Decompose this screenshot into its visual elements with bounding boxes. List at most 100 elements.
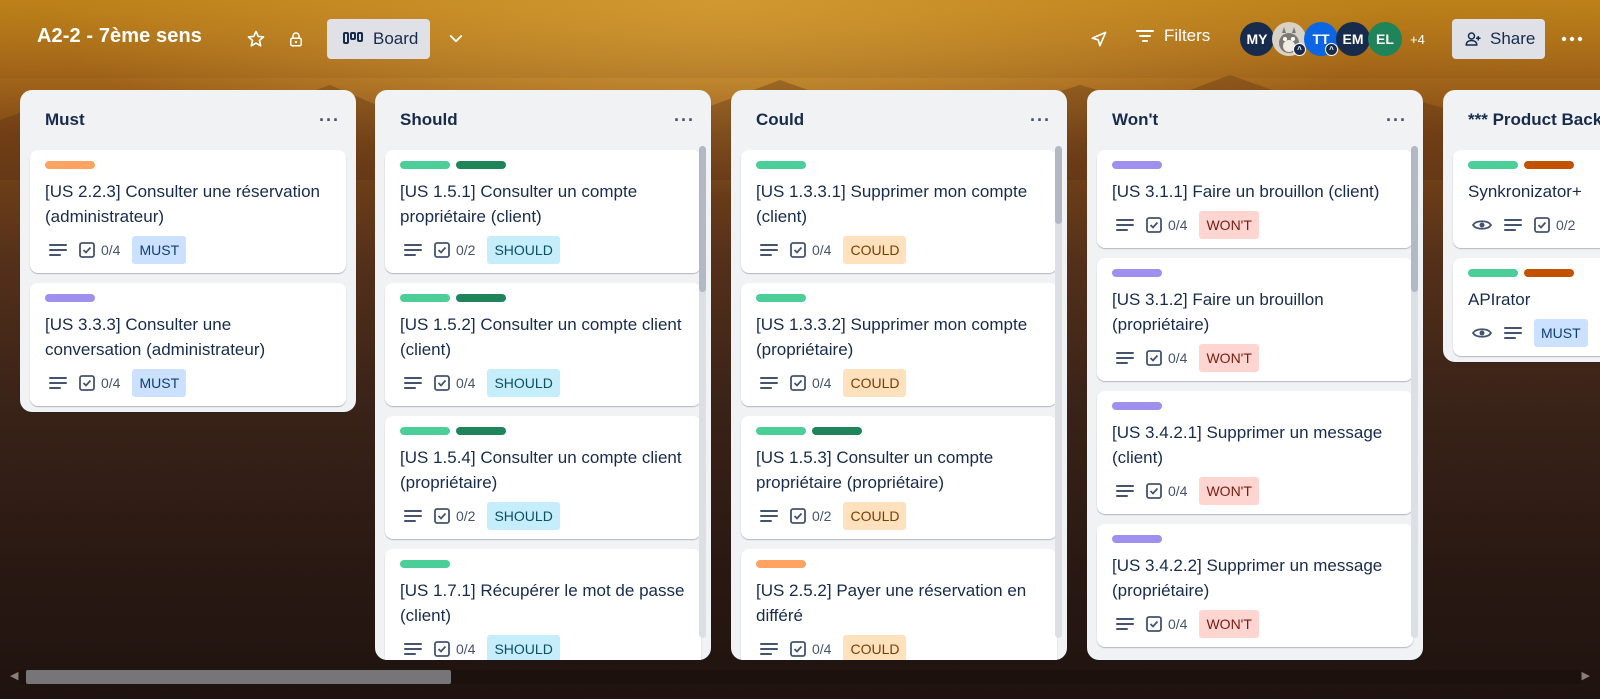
checklist-icon bbox=[1146, 483, 1162, 499]
card-label[interactable] bbox=[756, 427, 806, 435]
priority-tag: COULD bbox=[843, 369, 907, 397]
list-scrollbar[interactable] bbox=[699, 146, 706, 638]
checklist-icon bbox=[790, 242, 806, 258]
card[interactable]: [US 2.5.2] Payer une réservation en diff… bbox=[741, 549, 1057, 660]
more-members-count[interactable]: +4 bbox=[1410, 32, 1425, 47]
card-label[interactable] bbox=[456, 161, 506, 169]
description-icon bbox=[760, 642, 778, 656]
more-options-icon[interactable] bbox=[1556, 23, 1588, 55]
checklist-badge: 0/2 bbox=[434, 508, 475, 524]
card-label[interactable] bbox=[1112, 535, 1162, 543]
lock-icon[interactable] bbox=[280, 23, 312, 55]
list-title[interactable]: Could bbox=[756, 110, 804, 130]
card[interactable]: APIrator MUST bbox=[1453, 258, 1600, 356]
filters-button[interactable]: Filters bbox=[1136, 26, 1210, 46]
checklist-count: 0/4 bbox=[1168, 616, 1188, 632]
card-label[interactable] bbox=[1112, 402, 1162, 410]
list-menu-icon[interactable]: ··· bbox=[1386, 110, 1407, 131]
list-header: Should ··· bbox=[375, 90, 711, 150]
card-list: [US 1.5.1] Consulter un compte propriéta… bbox=[375, 150, 711, 660]
list-title[interactable]: *** Product Backl bbox=[1468, 110, 1600, 130]
avatar[interactable]: EM bbox=[1336, 22, 1370, 56]
card[interactable]: [US 1.5.4] Consulter un compte client (p… bbox=[385, 416, 701, 539]
description-icon bbox=[1116, 617, 1134, 631]
card-label[interactable] bbox=[1112, 269, 1162, 277]
card[interactable]: [US 3.3.3] Consulter une conversation (a… bbox=[30, 283, 346, 406]
card-label[interactable] bbox=[1524, 269, 1574, 277]
list-menu-icon[interactable]: ··· bbox=[319, 110, 340, 131]
checklist-badge: 0/4 bbox=[1146, 483, 1187, 499]
card-label[interactable] bbox=[400, 560, 450, 568]
card[interactable]: [US 2.2.3] Consulter une réservation (ad… bbox=[30, 150, 346, 273]
card-label[interactable] bbox=[400, 427, 450, 435]
board-title[interactable]: A2-2 - 7ème sens bbox=[37, 25, 202, 48]
avatar[interactable]: ^ bbox=[1272, 22, 1306, 56]
card-label[interactable] bbox=[812, 427, 862, 435]
card-label[interactable] bbox=[1468, 269, 1518, 277]
checklist-count: 0/4 bbox=[101, 242, 121, 258]
priority-tag: SHOULD bbox=[487, 369, 560, 397]
list-scrollbar[interactable] bbox=[1055, 146, 1062, 638]
avatar[interactable]: EL bbox=[1368, 22, 1402, 56]
checklist-count: 0/4 bbox=[101, 375, 121, 391]
checklist-count: 0/4 bbox=[812, 242, 832, 258]
card[interactable]: [US 1.5.1] Consulter un compte propriéta… bbox=[385, 150, 701, 273]
checklist-count: 0/4 bbox=[456, 641, 476, 657]
card[interactable]: [US 1.3.3.2] Supprimer mon compte (propr… bbox=[741, 283, 1057, 406]
card-label[interactable] bbox=[1468, 161, 1518, 169]
rocket-icon[interactable] bbox=[1083, 23, 1115, 55]
card[interactable]: [US 1.5.3] Consulter un compte propriéta… bbox=[741, 416, 1057, 539]
card-list: [US 1.3.3.1] Supprimer mon compte (clien… bbox=[731, 150, 1067, 660]
card[interactable]: [US 1.7.1] Récupérer le mot de passe (cl… bbox=[385, 549, 701, 660]
card-title: [US 1.3.3.1] Supprimer mon compte (clien… bbox=[756, 182, 1028, 226]
avatar[interactable]: TT ^ bbox=[1304, 22, 1338, 56]
card-label[interactable] bbox=[756, 161, 806, 169]
board-view-button[interactable]: Board bbox=[327, 19, 430, 59]
chevron-down-icon[interactable] bbox=[440, 23, 472, 55]
list-header: Won't ··· bbox=[1087, 90, 1423, 150]
scrollbar-thumb[interactable] bbox=[26, 670, 451, 684]
checklist-icon bbox=[1146, 350, 1162, 366]
list-scrollbar-thumb[interactable] bbox=[699, 146, 706, 292]
checklist-icon bbox=[79, 375, 95, 391]
checklist-icon bbox=[790, 375, 806, 391]
card-label[interactable] bbox=[45, 161, 95, 169]
list-title[interactable]: Must bbox=[45, 110, 85, 130]
description-icon bbox=[1116, 351, 1134, 365]
horizontal-scrollbar[interactable]: ◀ ▶ bbox=[8, 665, 1592, 689]
card[interactable]: [US 3.1.1] Faire un brouillon (client) 0/… bbox=[1097, 150, 1413, 248]
card[interactable]: [US 1.3.3.1] Supprimer mon compte (clien… bbox=[741, 150, 1057, 273]
card[interactable]: Synkronizator+ 0/2 bbox=[1453, 150, 1600, 248]
list-scrollbar-thumb[interactable] bbox=[1411, 146, 1418, 292]
list-title[interactable]: Won't bbox=[1112, 110, 1158, 130]
card-label[interactable] bbox=[45, 294, 95, 302]
card-label[interactable] bbox=[456, 294, 506, 302]
card-list: Synkronizator+ 0/2 APIrator MUST bbox=[1443, 150, 1600, 356]
card-label[interactable] bbox=[1112, 161, 1162, 169]
list-scrollbar[interactable] bbox=[1411, 146, 1418, 638]
card-label[interactable] bbox=[400, 294, 450, 302]
card-title: [US 3.3.3] Consulter une conversation (a… bbox=[45, 315, 266, 359]
card[interactable]: [US 3.4.2.1] Supprimer un message (clien… bbox=[1097, 391, 1413, 514]
list-scrollbar-thumb[interactable] bbox=[1055, 146, 1062, 224]
list-title[interactable]: Should bbox=[400, 110, 458, 130]
star-icon[interactable] bbox=[240, 23, 272, 55]
card-title: [US 3.1.2] Faire un brouillon (propriéta… bbox=[1112, 290, 1324, 334]
avatar[interactable]: MY bbox=[1240, 22, 1274, 56]
list-menu-icon[interactable]: ··· bbox=[674, 110, 695, 131]
card[interactable]: [US 3.1.2] Faire un brouillon (propriéta… bbox=[1097, 258, 1413, 381]
card-label[interactable] bbox=[756, 294, 806, 302]
card-label[interactable] bbox=[756, 560, 806, 568]
share-button[interactable]: Share bbox=[1452, 19, 1545, 59]
card-label[interactable] bbox=[400, 161, 450, 169]
card-title: [US 3.4.2.2] Supprimer un message (propr… bbox=[1112, 556, 1383, 600]
card[interactable]: [US 1.5.2] Consulter un compte client (c… bbox=[385, 283, 701, 406]
card-label[interactable] bbox=[456, 427, 506, 435]
checklist-count: 0/2 bbox=[1556, 217, 1576, 233]
list-menu-icon[interactable]: ··· bbox=[1030, 110, 1051, 131]
scroll-left-icon[interactable]: ◀ bbox=[10, 669, 18, 682]
card[interactable]: [US 3.4.2.2] Supprimer un message (propr… bbox=[1097, 524, 1413, 647]
scroll-right-icon[interactable]: ▶ bbox=[1582, 669, 1590, 682]
card-label[interactable] bbox=[1524, 161, 1574, 169]
priority-tag: MUST bbox=[132, 369, 187, 397]
